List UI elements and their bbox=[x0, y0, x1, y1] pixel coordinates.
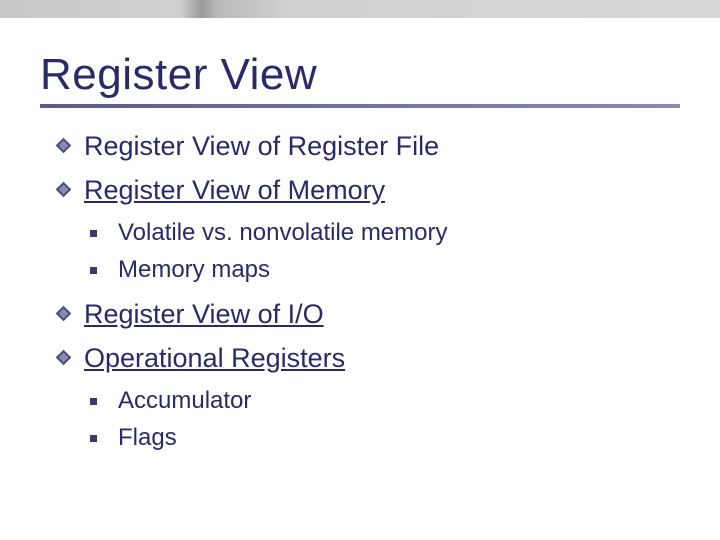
slide: Register View Register View of Register … bbox=[0, 0, 720, 540]
top-gradient-bar bbox=[0, 0, 720, 18]
item-link[interactable]: Register View of Memory bbox=[84, 175, 385, 205]
slide-title: Register View bbox=[40, 50, 680, 100]
item-text: Memory maps bbox=[118, 256, 270, 283]
list-item: Register View of Memory bbox=[58, 170, 680, 212]
diamond-bullet-icon bbox=[56, 182, 72, 198]
list-subitem: Accumulator bbox=[90, 382, 680, 419]
item-text: Register View of Register File bbox=[84, 131, 439, 161]
list-item: Operational Registers bbox=[58, 338, 680, 380]
title-underline bbox=[40, 104, 680, 108]
item-text: Volatile vs. nonvolatile memory bbox=[118, 219, 447, 246]
list-subitem: Memory maps bbox=[90, 251, 680, 288]
item-link[interactable]: Register View of I/O bbox=[84, 299, 324, 329]
content-area: Register View of Register File Register … bbox=[40, 126, 680, 456]
square-bullet-icon bbox=[90, 267, 97, 274]
square-bullet-icon bbox=[90, 230, 97, 237]
list-subitem: Flags bbox=[90, 419, 680, 456]
diamond-bullet-icon bbox=[56, 306, 72, 322]
list-item: Register View of I/O bbox=[58, 294, 680, 336]
item-text: Flags bbox=[118, 424, 177, 451]
diamond-bullet-icon bbox=[56, 350, 72, 366]
list-subitem: Volatile vs. nonvolatile memory bbox=[90, 214, 680, 251]
list-item: Register View of Register File bbox=[58, 126, 680, 168]
diamond-bullet-icon bbox=[56, 138, 72, 154]
item-link[interactable]: Operational Registers bbox=[84, 343, 345, 373]
square-bullet-icon bbox=[90, 398, 97, 405]
item-text: Accumulator bbox=[118, 387, 251, 414]
square-bullet-icon bbox=[90, 435, 97, 442]
